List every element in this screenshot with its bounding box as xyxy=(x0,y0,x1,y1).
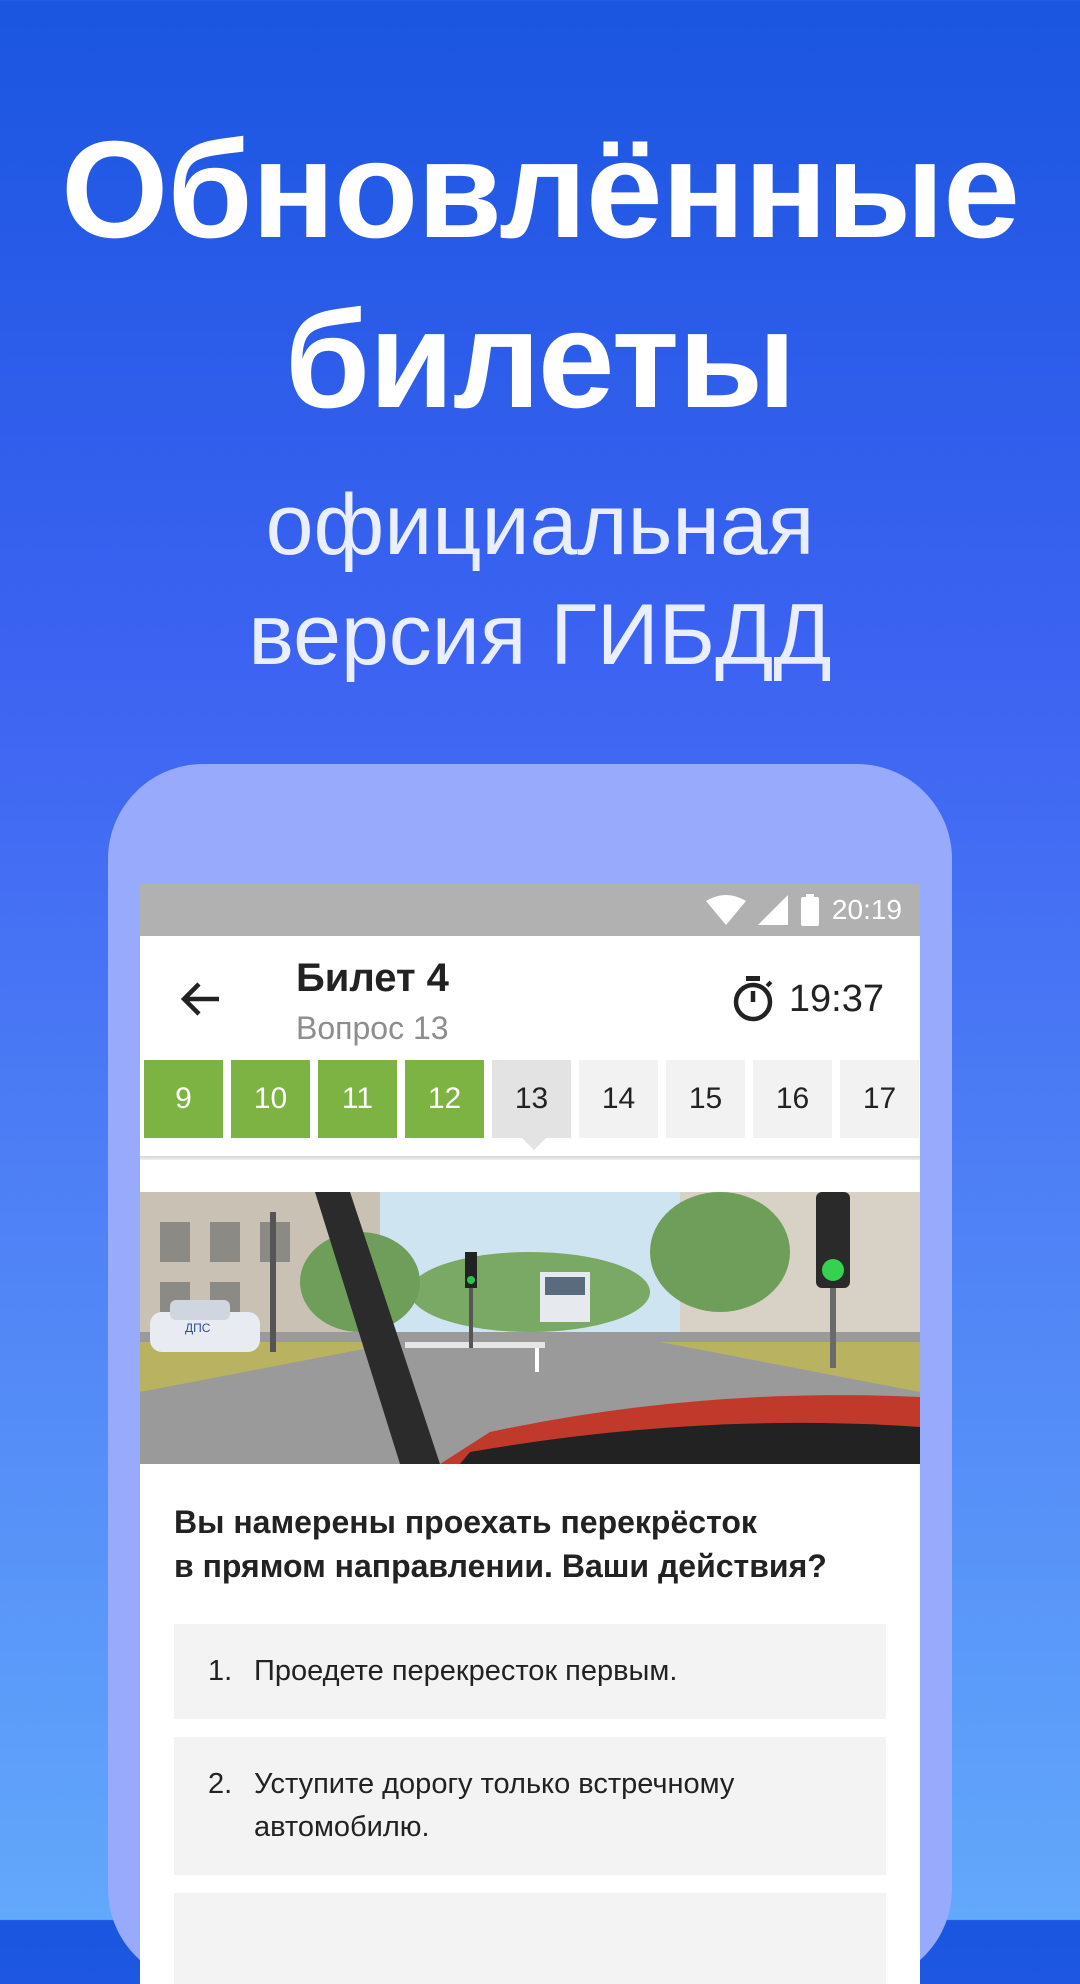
status-bar: 20:19 xyxy=(140,884,920,936)
question-number: Вопрос 13 xyxy=(296,1010,449,1046)
phone-screen: 20:19 Билет 4 Вопрос 13 19:37 9 10 11 12 13 1… xyxy=(140,884,920,1984)
status-time: 20:19 xyxy=(831,894,902,925)
question-nav-cell[interactable]: 14 xyxy=(579,1060,658,1138)
app-bar: Билет 4 Вопрос 13 19:37 xyxy=(140,936,920,1060)
question-navigator: 9 10 11 12 13 14 15 16 17 xyxy=(140,1060,920,1156)
arrow-left-icon xyxy=(181,982,219,1016)
answer-option-1[interactable]: 1. Проедете перекресток первым. xyxy=(174,1624,886,1719)
question-text: Вы намерены проехать перекрёсток в прямо… xyxy=(140,1464,920,1588)
answer-number: 2. xyxy=(208,1768,233,1800)
answer-option-2[interactable]: 2. Уступите дорогу только встречному авт… xyxy=(174,1737,886,1875)
question-nav-cell[interactable]: 13 xyxy=(492,1060,571,1150)
promo-title-line1: Обновлённые xyxy=(61,113,1020,267)
signal-icon xyxy=(757,895,788,925)
promo-subtitle-line2: версия ГИБДД xyxy=(248,587,832,683)
answer-number: 1. xyxy=(208,1655,233,1687)
timer-value: 19:37 xyxy=(788,977,884,1020)
ticket-title: Билет 4 xyxy=(296,956,449,1000)
divider xyxy=(140,1156,920,1160)
question-line1: Вы намерены проехать перекрёсток xyxy=(174,1504,757,1540)
answer-text-line2: автомобилю. xyxy=(254,1811,430,1843)
question-line2: в прямом направлении. Ваши действия? xyxy=(174,1548,827,1584)
question-nav-cell[interactable]: 15 xyxy=(666,1060,745,1138)
answer-text-line1: Уступите дорогу только встречному xyxy=(254,1768,735,1800)
promo-subtitle-line1: официальная xyxy=(265,477,815,573)
timer: 19:37 xyxy=(731,976,884,1022)
back-button[interactable] xyxy=(176,974,226,1024)
answer-option-3[interactable] xyxy=(174,1893,886,1984)
question-nav-cell[interactable]: 11 xyxy=(318,1060,397,1138)
question-nav-cell[interactable]: 16 xyxy=(753,1060,832,1138)
question-nav-cell[interactable]: 9 xyxy=(144,1060,223,1138)
answer-list: 1. Проедете перекресток первым. 2. Уступ… xyxy=(140,1588,920,1984)
promo-title-line2: билеты xyxy=(284,283,796,437)
stopwatch-icon xyxy=(733,976,773,1022)
answer-text: Уступите дорогу только встречному автомо… xyxy=(254,1763,734,1849)
battery-icon xyxy=(800,894,819,926)
dps-label: ДПС xyxy=(185,1321,211,1335)
question-nav-cell[interactable]: 17 xyxy=(840,1060,919,1138)
promo-title: Обновлённые билеты xyxy=(0,105,1080,445)
question-image: ДПС xyxy=(140,1192,920,1464)
wifi-icon xyxy=(705,895,746,925)
question-nav-cell[interactable]: 12 xyxy=(405,1060,484,1138)
promo-subtitle: официальная версия ГИБДД xyxy=(0,470,1080,690)
question-nav-cell[interactable]: 10 xyxy=(231,1060,310,1138)
answer-text: Проедете перекресток первым. xyxy=(254,1655,678,1687)
